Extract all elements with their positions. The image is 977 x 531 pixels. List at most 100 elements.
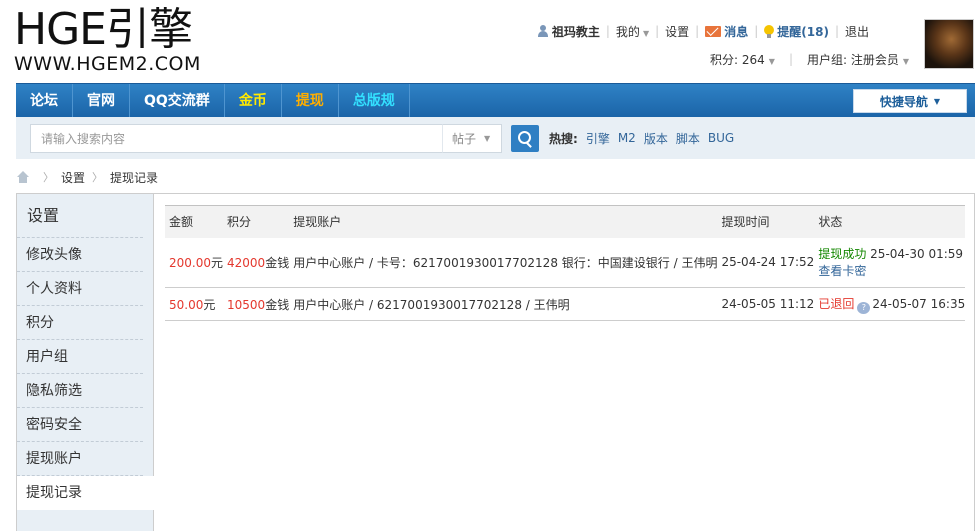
sidebar-item-password[interactable]: 密码安全 (17, 408, 143, 442)
site-logo[interactable]: HGE引擎 WWW.HGEM2.COM (14, 6, 224, 76)
sidebar-item-withdraw-records[interactable]: 提现记录 (17, 476, 154, 510)
points-unit: 金钱 (265, 255, 290, 270)
user-icon (537, 25, 549, 37)
status-badge: 已退回 (818, 296, 855, 311)
usergroup-menu[interactable]: 用户组: 注册会员 ▼ (807, 51, 909, 68)
nav-item-qq-group[interactable]: QQ交流群 (130, 83, 225, 118)
breadcrumb-separator: 〉 (43, 171, 54, 184)
search-type-label: 帖子 (452, 132, 477, 146)
cell-status: 已退回? 24-05-07 16:35 (814, 288, 965, 321)
divider: | (605, 24, 610, 38)
username-link[interactable]: 祖玛教主 (552, 23, 600, 40)
hot-search-link[interactable]: BUG (708, 131, 734, 145)
hot-search-link[interactable]: 引擎 (586, 130, 610, 147)
avatar[interactable] (924, 19, 974, 69)
col-amount: 金额 (169, 215, 194, 230)
cell-points: 10500金钱 (223, 288, 289, 321)
logo-url-text: WWW.HGEM2.COM (14, 53, 201, 75)
nav-item-forum[interactable]: 论坛 (16, 83, 73, 118)
search-type-select[interactable]: 帖子 ▼ (442, 124, 502, 153)
sidebar-item-usergroup[interactable]: 用户组 (17, 340, 143, 374)
quick-nav-button[interactable]: 快捷导航 ▼ (853, 89, 967, 113)
hot-search-link[interactable]: 脚本 (676, 130, 700, 147)
cell-account: 用户中心账户 / 卡号：6217001930017702128 银行：中国建设银… (293, 255, 718, 270)
sidebar-item-points[interactable]: 积分 (17, 306, 143, 340)
col-time: 提现时间 (721, 215, 770, 230)
search-input[interactable] (30, 124, 458, 153)
breadcrumb-current: 提现记录 (110, 170, 159, 185)
sidebar-item-withdraw-account[interactable]: 提现账户 (17, 442, 143, 476)
cell-amount: 50.00元 (165, 288, 223, 321)
cell-time: 25-04-24 17:52 (721, 255, 815, 270)
hot-search-label: 热搜: (549, 131, 578, 146)
divider: | (695, 24, 700, 38)
sidebar-title: 设置 (17, 194, 143, 238)
divider: | (655, 24, 660, 38)
settings-panel: 设置 修改头像 个人资料 积分 用户组 隐私筛选 密码安全 提现账户 提现记录 … (16, 193, 975, 531)
divider: | (834, 24, 839, 38)
my-menu[interactable]: 我的 ▼ (616, 23, 649, 40)
divider: | (788, 52, 793, 66)
amount-value: 50.00 (169, 297, 204, 312)
main-nav: 论坛 官网 QQ交流群 金币 提现 总版规 快捷导航 ▼ (16, 83, 975, 118)
breadcrumb-separator: 〉 (92, 171, 104, 184)
search-button[interactable] (511, 125, 539, 152)
sidebar-item-avatar[interactable]: 修改头像 (17, 238, 143, 272)
my-menu-label: 我的 (615, 24, 640, 39)
chevron-down-icon: ▼ (768, 56, 775, 66)
table-row: 200.00元 42000金钱 用户中心账户 / 卡号：621700193001… (165, 238, 966, 288)
hot-search-link[interactable]: M2 (618, 131, 636, 145)
chevron-down-icon: ▼ (642, 28, 650, 38)
cell-time: 24-05-05 11:12 (721, 297, 815, 311)
cell-points: 42000金钱 (223, 238, 289, 288)
settings-sidebar: 设置 修改头像 个人资料 积分 用户组 隐私筛选 密码安全 提现账户 提现记录 (17, 194, 154, 531)
points-value: 42000 (227, 255, 266, 270)
messages-link[interactable]: 消息 (724, 23, 748, 40)
points-unit: 金钱 (265, 297, 290, 312)
withdraw-records: 金额 积分 提现账户 提现时间 状态 200.00元 42000金钱 用户中心账… (165, 205, 966, 321)
user-stats-bar: 积分: 264 ▼ | 用户组: 注册会员 ▼ (710, 50, 909, 68)
points-value: 10500 (227, 297, 266, 312)
usergroup-label: 用户组: 注册会员 (806, 52, 899, 67)
nav-item-withdraw[interactable]: 提现 (282, 83, 339, 118)
bulb-icon (764, 24, 775, 38)
reminders-link[interactable]: 提醒(18) (777, 23, 829, 40)
nav-item-official[interactable]: 官网 (73, 83, 130, 118)
divider: | (754, 24, 759, 38)
settings-link[interactable]: 设置 (665, 23, 689, 40)
points-menu[interactable]: 积分: 264 ▼ (710, 51, 775, 68)
amount-value: 200.00 (169, 255, 211, 270)
status-time: 24-05-07 16:35 (872, 296, 966, 311)
withdraw-table: 金额 积分 提现账户 提现时间 状态 200.00元 42000金钱 用户中心账… (165, 205, 966, 321)
cell-amount: 200.00元 (165, 238, 223, 288)
table-header: 金额 积分 提现账户 提现时间 状态 (165, 205, 966, 238)
hot-search-link[interactable]: 版本 (644, 130, 668, 147)
logo-brand-text: HGE引擎 (14, 4, 193, 55)
col-points: 积分 (227, 215, 252, 230)
user-toolbar: 祖玛教主 | 我的 ▼ | 设置 | 消息 | 提醒(18) | 退出 (537, 22, 869, 40)
status-time: 25-04-30 01:59 (870, 247, 964, 262)
comment-icon[interactable]: ? (857, 301, 871, 314)
nav-item-gold[interactable]: 金币 (225, 83, 282, 118)
nav-item-rules[interactable]: 总版规 (339, 83, 410, 118)
chevron-down-icon: ▼ (902, 56, 909, 66)
sidebar-item-privacy[interactable]: 隐私筛选 (17, 374, 143, 408)
breadcrumb-settings[interactable]: 设置 (61, 169, 85, 186)
col-status: 状态 (818, 215, 843, 230)
search-bar: 帖子 ▼ 热搜: 引擎 M2 版本 脚本 BUG (16, 117, 975, 159)
points-label: 积分: 264 (710, 52, 765, 67)
cell-status: 提现成功 25-04-30 01:59 查看卡密 (814, 238, 965, 288)
home-icon[interactable] (16, 171, 30, 183)
table-row: 50.00元 10500金钱 用户中心账户 / 6217001930017702… (165, 288, 966, 321)
view-card-link[interactable]: 查看卡密 (818, 264, 866, 278)
status-badge: 提现成功 (818, 247, 867, 262)
col-account: 提现账户 (293, 215, 342, 230)
chevron-down-icon: ▼ (484, 134, 491, 143)
mail-icon (705, 25, 722, 37)
sidebar-item-profile[interactable]: 个人资料 (17, 272, 143, 306)
logout-link[interactable]: 退出 (845, 23, 869, 40)
hot-search: 热搜: 引擎 M2 版本 脚本 BUG (549, 130, 742, 146)
amount-unit: 元 (211, 255, 224, 270)
quick-nav-label: 快捷导航 (879, 94, 928, 109)
breadcrumb: 〉 设置 〉 提现记录 (16, 168, 158, 186)
